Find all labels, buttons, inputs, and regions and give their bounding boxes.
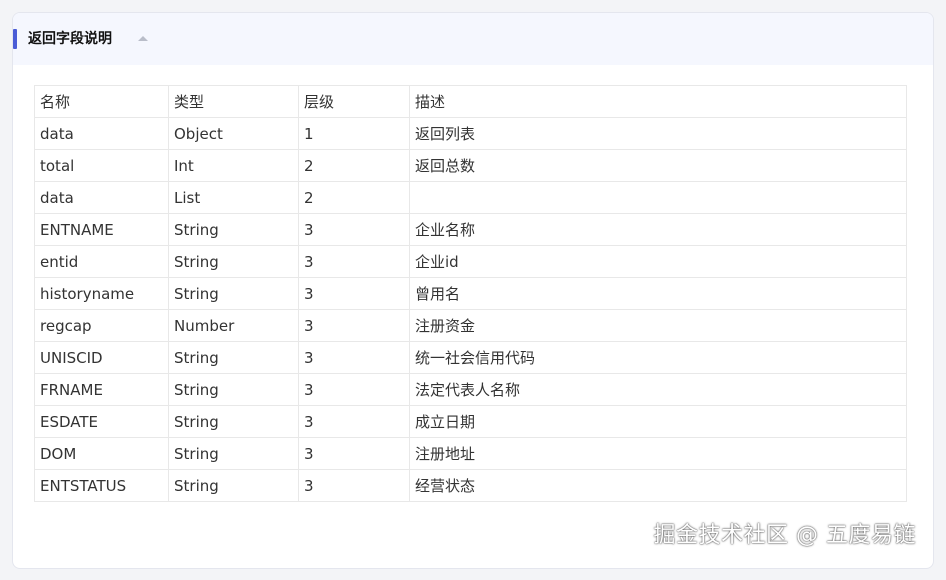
collapse-toggle-button[interactable] (132, 28, 154, 50)
cell-level: 3 (298, 341, 410, 374)
cell-level: 1 (298, 117, 410, 150)
cell-level: 3 (298, 405, 410, 438)
cell-type: String (168, 245, 299, 278)
cell-description: 注册地址 (409, 437, 907, 470)
cell-name: total (34, 149, 169, 182)
table-row: FRNAME String 3 法定代表人名称 (34, 373, 907, 406)
column-header-level: 层级 (298, 85, 410, 118)
cell-type: String (168, 469, 299, 502)
cell-level: 3 (298, 373, 410, 406)
cell-name: DOM (34, 437, 169, 470)
fields-card: 返回字段说明 名称 类型 层级 描述 data Object 1 返回列表 to… (12, 12, 934, 569)
cell-level: 3 (298, 469, 410, 502)
cell-level: 3 (298, 309, 410, 342)
cell-description: 注册资金 (409, 309, 907, 342)
table-row: regcap Number 3 注册资金 (34, 309, 907, 342)
cell-type: String (168, 341, 299, 374)
table-row: ESDATE String 3 成立日期 (34, 405, 907, 438)
table-row: UNISCID String 3 统一社会信用代码 (34, 341, 907, 374)
fields-table: 名称 类型 层级 描述 data Object 1 返回列表 total Int… (34, 85, 907, 502)
cell-type: String (168, 373, 299, 406)
table-header-row: 名称 类型 层级 描述 (34, 85, 907, 118)
cell-type: String (168, 277, 299, 310)
cell-type: String (168, 405, 299, 438)
table-row: entid String 3 企业id (34, 245, 907, 278)
cell-name: data (34, 117, 169, 150)
cell-level: 3 (298, 277, 410, 310)
fields-table-wrapper: 名称 类型 层级 描述 data Object 1 返回列表 total Int… (34, 85, 907, 502)
caret-up-icon (138, 36, 148, 41)
column-header-name: 名称 (34, 85, 169, 118)
table-row: data Object 1 返回列表 (34, 117, 907, 150)
table-row: historyname String 3 曾用名 (34, 277, 907, 310)
table-row: DOM String 3 注册地址 (34, 437, 907, 470)
table-row: total Int 2 返回总数 (34, 149, 907, 182)
table-row: ENTNAME String 3 企业名称 (34, 213, 907, 246)
cell-description: 企业id (409, 245, 907, 278)
cell-name: UNISCID (34, 341, 169, 374)
cell-description: 统一社会信用代码 (409, 341, 907, 374)
cell-type: String (168, 437, 299, 470)
cell-level: 2 (298, 149, 410, 182)
column-header-type: 类型 (168, 85, 299, 118)
cell-name: ENTNAME (34, 213, 169, 246)
cell-name: regcap (34, 309, 169, 342)
cell-type: List (168, 181, 299, 214)
cell-name: historyname (34, 277, 169, 310)
watermark-text: 掘金技术社区 @ 五度易链 (653, 523, 916, 548)
cell-level: 3 (298, 437, 410, 470)
cell-name: FRNAME (34, 373, 169, 406)
cell-description: 法定代表人名称 (409, 373, 907, 406)
cell-type: Number (168, 309, 299, 342)
cell-description (409, 181, 907, 214)
cell-description: 企业名称 (409, 213, 907, 246)
cell-name: ENTSTATUS (34, 469, 169, 502)
cell-description: 返回列表 (409, 117, 907, 150)
section-title: 返回字段说明 (28, 31, 112, 47)
cell-type: String (168, 213, 299, 246)
cell-level: 3 (298, 245, 410, 278)
table-row: ENTSTATUS String 3 经营状态 (34, 469, 907, 502)
cell-level: 2 (298, 181, 410, 214)
cell-name: entid (34, 245, 169, 278)
cell-type: Object (168, 117, 299, 150)
cell-description: 曾用名 (409, 277, 907, 310)
cell-type: Int (168, 149, 299, 182)
section-accent-bar (13, 29, 17, 49)
table-row: data List 2 (34, 181, 907, 214)
cell-description: 经营状态 (409, 469, 907, 502)
cell-name: ESDATE (34, 405, 169, 438)
cell-level: 3 (298, 213, 410, 246)
section-header: 返回字段说明 (13, 13, 933, 65)
column-header-description: 描述 (409, 85, 907, 118)
cell-description: 成立日期 (409, 405, 907, 438)
cell-description: 返回总数 (409, 149, 907, 182)
cell-name: data (34, 181, 169, 214)
